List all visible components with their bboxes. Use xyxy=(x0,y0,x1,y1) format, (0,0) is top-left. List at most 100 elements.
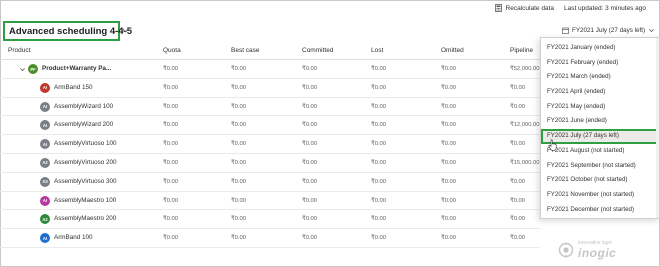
period-option[interactable]: FY2021 January (ended) xyxy=(541,41,659,56)
period-option[interactable]: FY2021 March (ended) xyxy=(541,70,659,85)
product-name[interactable]: AssemblyVirtuoso 300 xyxy=(54,178,117,185)
product-name[interactable]: AssemblyMaestro 200 xyxy=(54,215,116,222)
value-cell[interactable]: ₹0.00 xyxy=(302,235,317,241)
value-cell[interactable]: ₹0.00 xyxy=(302,85,317,91)
value-cell[interactable]: ₹12,000.00 xyxy=(510,122,539,128)
value-cell[interactable]: ₹0.00 xyxy=(231,216,246,222)
value-cell[interactable]: ₹0.00 xyxy=(371,104,386,110)
value-cell[interactable]: ₹0.00 xyxy=(371,122,386,128)
column-header-best-case[interactable]: Best case xyxy=(231,47,260,54)
value-cell[interactable]: ₹0.00 xyxy=(441,179,456,185)
value-cell[interactable]: ₹0.00 xyxy=(441,104,456,110)
value-cell[interactable]: ₹0.00 xyxy=(302,216,317,222)
period-option[interactable]: FY2021 November (not started) xyxy=(541,188,659,203)
product-name[interactable]: ArmBand 150 xyxy=(54,84,93,91)
value-cell[interactable]: ₹0.00 xyxy=(163,160,178,166)
table-row[interactable]: AI ArmBand 100 ₹0.00 ₹0.00 ₹0.00 ₹0.00 ₹0.00 ₹0… xyxy=(0,229,540,248)
value-cell[interactable]: ₹0.00 xyxy=(302,198,317,204)
table-row[interactable]: AI ArmBand 150 ₹0.00 ₹0.00 ₹0.00 ₹0.00 ₹0.00 ₹0… xyxy=(0,79,540,98)
table-row[interactable]: A3 AssemblyVirtuoso 300 ₹0.00 ₹0.00 ₹0.00 ₹0.… xyxy=(0,173,540,192)
value-cell[interactable]: ₹0.00 xyxy=(441,160,456,166)
value-cell[interactable]: ₹0.00 xyxy=(510,235,525,241)
value-cell[interactable]: ₹0.00 xyxy=(163,198,178,204)
period-option[interactable]: FY2021 October (not started) xyxy=(541,173,659,188)
product-name[interactable]: AssemblyWizard 200 xyxy=(54,121,113,128)
value-cell[interactable]: ₹0.00 xyxy=(510,216,525,222)
value-cell[interactable]: ₹0.00 xyxy=(371,179,386,185)
recalculate-button[interactable]: Recalculate data xyxy=(494,4,554,12)
value-cell[interactable]: ₹0.00 xyxy=(231,141,246,147)
value-cell[interactable]: ₹0.00 xyxy=(510,85,525,91)
value-cell[interactable]: ₹0.00 xyxy=(441,216,456,222)
table-row[interactable]: AI AssemblyMaestro 100 ₹0.00 ₹0.00 ₹0.00 ₹0.0… xyxy=(0,192,540,211)
period-option[interactable]: FY2021 July (27 days left) xyxy=(541,129,659,144)
value-cell[interactable]: ₹0.00 xyxy=(163,141,178,147)
value-cell[interactable]: ₹0.00 xyxy=(371,216,386,222)
value-cell[interactable]: ₹0.00 xyxy=(441,198,456,204)
product-name[interactable]: AssemblyMaestro 100 xyxy=(54,197,116,204)
value-cell[interactable]: ₹0.00 xyxy=(302,66,317,72)
value-cell[interactable]: ₹0.00 xyxy=(371,198,386,204)
value-cell[interactable]: ₹0.00 xyxy=(302,141,317,147)
value-cell[interactable]: ₹0.00 xyxy=(302,160,317,166)
value-cell[interactable]: ₹0.00 xyxy=(371,160,386,166)
table-group-row[interactable]: PF Product+Warranty Pa... ₹0.00 ₹0.00 ₹0.00 ₹… xyxy=(0,60,540,79)
value-cell[interactable]: ₹0.00 xyxy=(231,122,246,128)
value-cell[interactable]: ₹0.00 xyxy=(231,66,246,72)
value-cell[interactable]: ₹0.00 xyxy=(302,179,317,185)
value-cell[interactable]: ₹0.00 xyxy=(510,104,525,110)
product-name[interactable]: Product+Warranty Pa... xyxy=(42,65,111,72)
table-row[interactable]: AI AssemblyWizard 100 ₹0.00 ₹0.00 ₹0.00 ₹0.00… xyxy=(0,98,540,117)
period-option[interactable]: FY2021 September (not started) xyxy=(541,159,659,174)
value-cell[interactable]: ₹0.00 xyxy=(231,160,246,166)
product-name[interactable]: AssemblyWizard 100 xyxy=(54,103,113,110)
value-cell[interactable]: ₹0.00 xyxy=(163,66,178,72)
value-cell[interactable]: ₹0.00 xyxy=(441,235,456,241)
value-cell[interactable]: ₹0.00 xyxy=(163,179,178,185)
value-cell[interactable]: ₹0.00 xyxy=(231,198,246,204)
value-cell[interactable]: ₹0.00 xyxy=(163,216,178,222)
scrollbar[interactable] xyxy=(656,38,659,218)
value-cell[interactable]: ₹0.00 xyxy=(441,141,456,147)
value-cell[interactable]: ₹0.00 xyxy=(441,122,456,128)
value-cell[interactable]: ₹0.00 xyxy=(371,66,386,72)
value-cell[interactable]: ₹0.00 xyxy=(163,235,178,241)
period-option[interactable]: FY2021 June (ended) xyxy=(541,114,659,129)
chevron-down-icon[interactable] xyxy=(121,26,130,35)
value-cell[interactable]: ₹0.00 xyxy=(441,66,456,72)
period-option[interactable]: FY2021 August (not started) xyxy=(541,144,659,159)
value-cell[interactable]: ₹0.00 xyxy=(163,104,178,110)
table-row[interactable]: AI AssemblyWizard 200 ₹0.00 ₹0.00 ₹0.00 ₹0.00… xyxy=(0,116,540,136)
table-row[interactable]: A2 AssemblyMaestro 200 ₹0.00 ₹0.00 ₹0.00 ₹0.0… xyxy=(0,210,540,230)
value-cell[interactable]: ₹0.00 xyxy=(371,235,386,241)
product-name[interactable]: ArmBand 100 xyxy=(54,234,93,241)
column-header-quota[interactable]: Quota xyxy=(163,47,181,54)
column-header-pipeline[interactable]: Pipeline xyxy=(510,47,533,54)
value-cell[interactable]: ₹0.00 xyxy=(510,141,525,147)
period-option[interactable]: FY2021 May (ended) xyxy=(541,100,659,115)
value-cell[interactable]: ₹0.00 xyxy=(371,85,386,91)
column-header-committed[interactable]: Committed xyxy=(302,47,333,54)
value-cell[interactable]: ₹0.00 xyxy=(163,85,178,91)
product-name[interactable]: AssemblyVirtuoso 200 xyxy=(54,159,117,166)
product-name[interactable]: AssemblyVirtuoso 100 xyxy=(54,140,117,147)
table-row[interactable]: A2 AssemblyVirtuoso 200 ₹0.00 ₹0.00 ₹0.00 ₹0.… xyxy=(0,154,540,173)
value-cell[interactable]: ₹0.00 xyxy=(510,179,525,185)
column-header-lost[interactable]: Lost xyxy=(371,47,383,54)
value-cell[interactable]: ₹0.00 xyxy=(231,104,246,110)
value-cell[interactable]: ₹0.00 xyxy=(163,122,178,128)
value-cell[interactable]: ₹0.00 xyxy=(441,85,456,91)
table-row[interactable]: AI AssemblyVirtuoso 100 ₹0.00 ₹0.00 ₹0.00 ₹0.… xyxy=(0,135,540,154)
period-option[interactable]: FY2021 April (ended) xyxy=(541,85,659,100)
chevron-down-icon[interactable] xyxy=(19,66,26,73)
period-selector[interactable]: FY2021 July (27 days left) xyxy=(562,27,655,34)
value-cell[interactable]: ₹0.00 xyxy=(231,235,246,241)
column-header-product[interactable]: Product xyxy=(8,47,30,54)
period-option[interactable]: FY2021 December (not started) xyxy=(541,203,659,218)
period-dropdown-menu[interactable]: FY2021 January (ended) FY2021 February (e… xyxy=(540,37,660,219)
forecast-title-box[interactable]: Advanced scheduling 4-4-5 xyxy=(3,21,132,41)
value-cell[interactable]: ₹0.00 xyxy=(231,179,246,185)
period-option[interactable]: FY2021 February (ended) xyxy=(541,56,659,71)
value-cell[interactable]: ₹15,000.00 xyxy=(510,160,539,166)
column-header-omitted[interactable]: Omitted xyxy=(441,47,464,54)
